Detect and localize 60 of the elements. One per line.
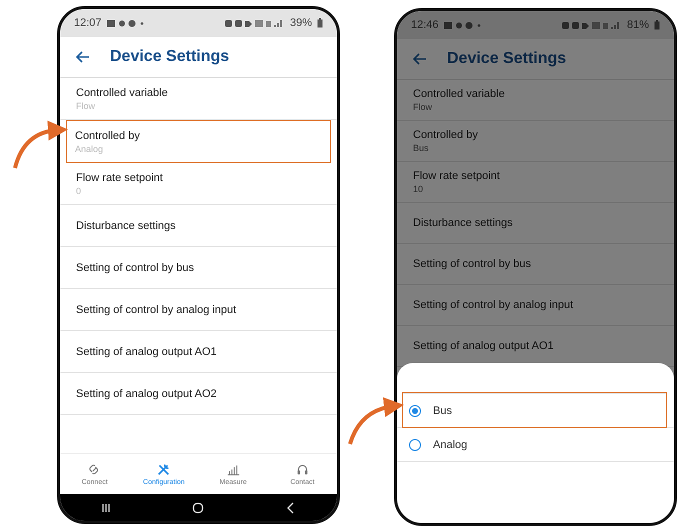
item-value: Bus bbox=[412, 143, 430, 153]
battery-level: 39% bbox=[290, 17, 312, 29]
pointer-arrow bbox=[13, 121, 68, 169]
settings-item[interactable]: Flow rate setpoint 10 bbox=[397, 162, 674, 203]
item-label: Setting of control by analog input bbox=[75, 304, 238, 316]
item-label: Controlled variable bbox=[75, 86, 169, 98]
battery-icon bbox=[317, 18, 323, 28]
settings-item[interactable]: Setting of control by analog input bbox=[397, 285, 674, 326]
item-label: Flow rate setpoint bbox=[75, 172, 164, 184]
settings-item[interactable]: Flow rate setpoint 0 bbox=[60, 163, 337, 205]
item-label: Setting of control by bus bbox=[75, 262, 196, 274]
screen-title: Device Settings bbox=[110, 48, 230, 66]
settings-item[interactable]: Controlled by Bus bbox=[397, 121, 674, 162]
item-label: Controlled by bbox=[412, 129, 479, 141]
item-label: Disturbance settings bbox=[412, 217, 514, 229]
option-label: Bus bbox=[433, 404, 452, 416]
battery-icon bbox=[654, 20, 660, 30]
item-label: Flow rate setpoint bbox=[412, 170, 501, 182]
recents-icon[interactable] bbox=[100, 502, 112, 514]
headset-icon bbox=[296, 462, 309, 476]
item-label: Disturbance settings bbox=[75, 220, 177, 232]
item-value: 0 bbox=[75, 186, 82, 196]
item-label: Setting of control by bus bbox=[412, 258, 532, 270]
settings-item[interactable]: Controlled variable Flow bbox=[60, 78, 337, 120]
item-label: Controlled by bbox=[75, 130, 141, 142]
settings-item[interactable]: Controlled by Analog bbox=[66, 120, 331, 163]
settings-item[interactable]: Setting of control by analog input bbox=[60, 289, 337, 331]
status-icons-drawing bbox=[562, 20, 622, 30]
option-label: Analog bbox=[433, 438, 468, 450]
settings-item[interactable]: Controlled variable Flow bbox=[397, 80, 674, 121]
status-time: 12:07 bbox=[74, 17, 102, 29]
item-value: Analog bbox=[75, 144, 104, 154]
item-label: Setting of analog output AO2 bbox=[75, 388, 218, 400]
settings-item[interactable]: Setting of analog output AO2 bbox=[60, 373, 337, 415]
battery-level: 81% bbox=[626, 19, 649, 31]
back-arrow-icon[interactable] bbox=[413, 53, 427, 65]
tools-icon bbox=[157, 462, 170, 476]
item-label: Setting of control by analog input bbox=[412, 299, 574, 311]
screen-title: Device Settings bbox=[447, 50, 566, 68]
status-icons-drawing bbox=[224, 18, 285, 28]
bars-icon bbox=[226, 462, 240, 476]
radio-button[interactable] bbox=[409, 438, 421, 450]
settings-item[interactable]: Setting of analog output AO1 bbox=[60, 331, 337, 373]
item-value: Flow bbox=[75, 100, 96, 110]
settings-item[interactable]: Setting of control by bus bbox=[397, 244, 674, 285]
home-icon[interactable] bbox=[192, 502, 204, 514]
option-row[interactable]: Analog bbox=[397, 427, 674, 462]
pointer-arrow bbox=[348, 398, 404, 445]
settings-item[interactable]: Disturbance settings bbox=[60, 205, 337, 247]
item-value: Flow bbox=[412, 102, 434, 112]
back-arrow-icon[interactable] bbox=[76, 51, 90, 63]
settings-item[interactable]: Disturbance settings bbox=[397, 203, 674, 244]
settings-item[interactable]: Setting of control by bus bbox=[60, 247, 337, 289]
status-time: 12:46 bbox=[411, 19, 439, 31]
option-row[interactable]: Bus bbox=[403, 393, 666, 427]
item-label: Setting of analog output AO1 bbox=[75, 346, 218, 358]
item-value: 10 bbox=[412, 184, 424, 194]
radio-button[interactable] bbox=[409, 404, 421, 416]
item-label: Setting of analog output AO1 bbox=[412, 340, 555, 352]
item-label: Controlled variable bbox=[412, 88, 506, 100]
